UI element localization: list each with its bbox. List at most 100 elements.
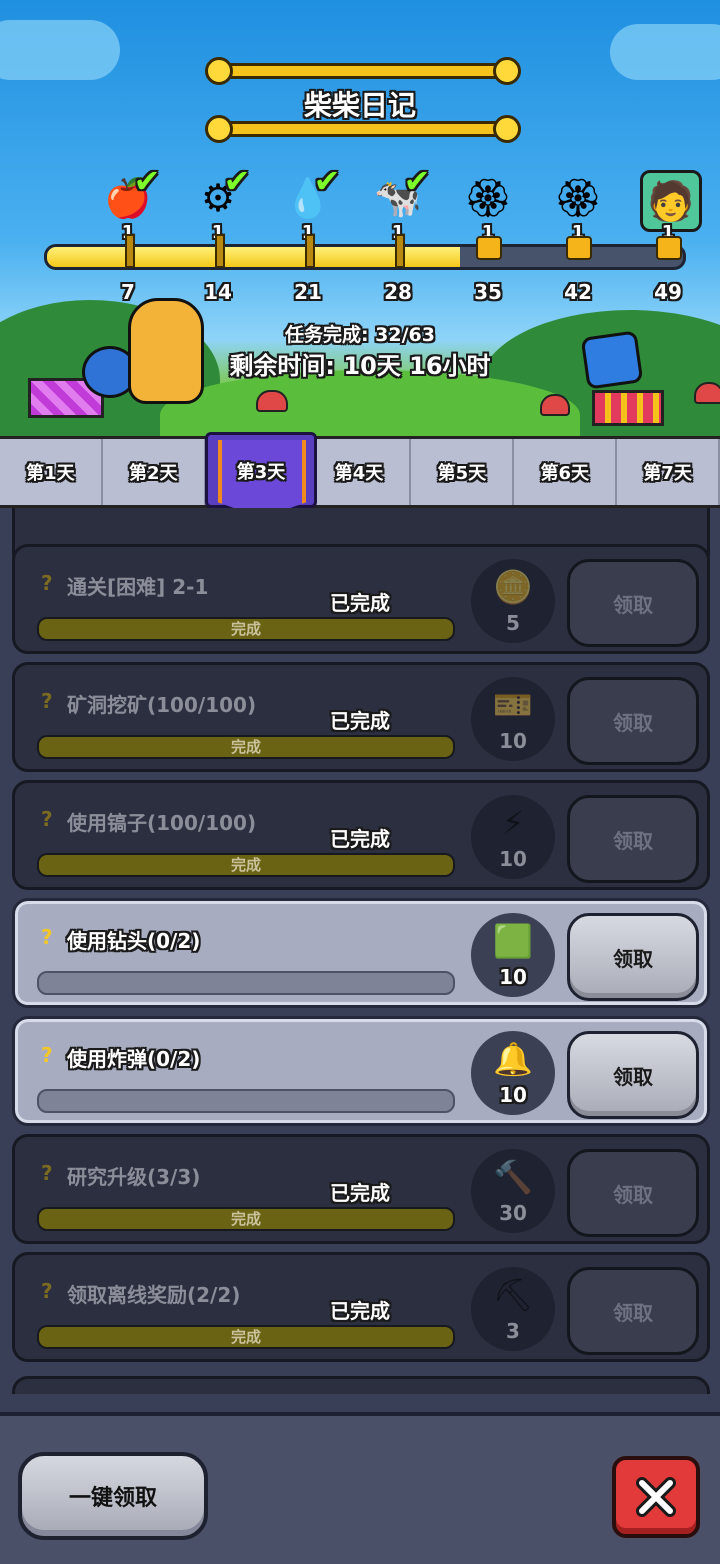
tab-day-4[interactable]: 第4天 [309, 439, 412, 505]
claim-button[interactable]: 领取 [567, 559, 699, 647]
reward-slot: 🔨 30 [471, 1149, 555, 1233]
golden-lotus-icon: 🏵 [553, 175, 603, 220]
claim-all-button[interactable]: 一键领取 [18, 1452, 208, 1540]
task-name: 领取离线奖励(2/2) [67, 1283, 241, 1307]
cloud [610, 24, 720, 80]
reward-count: 10 [499, 729, 527, 753]
task-status: 已完成 [330, 1181, 390, 1205]
hint-icon[interactable]: ? [41, 1043, 53, 1067]
checkmark-icon: ✔ [313, 162, 341, 200]
reward-slot: 🔔 10 [471, 1031, 555, 1115]
task-card: ? 使用镐子(100/100) 完成 已完成 ⚡ 10 领取 [12, 780, 710, 890]
task-name: 使用镐子(100/100) [67, 811, 257, 835]
task-progress-bar: 完成 [37, 735, 455, 759]
task-progress-bar [37, 971, 455, 995]
milestone-day: 49 [654, 280, 682, 304]
cloud [0, 20, 120, 80]
reward-count: 30 [499, 1201, 527, 1225]
task-progress-label: 完成 [230, 1328, 261, 1346]
golden-lotus-icon: 🏵 [463, 175, 513, 220]
milestone-marker [215, 234, 225, 268]
task-progress-label: 完成 [230, 1210, 261, 1228]
task-status: 已完成 [330, 591, 390, 615]
task-card: ? 矿洞挖矿(100/100) 完成 已完成 🎫 10 领取 [12, 662, 710, 772]
task-progress-bar: 完成 [37, 617, 455, 641]
milestone-day: 14 [204, 280, 232, 304]
milestone-marker [395, 234, 405, 268]
task-name: 研究升级(3/3) [67, 1165, 201, 1189]
claim-button[interactable]: 领取 [567, 913, 699, 1001]
task-card: ? 使用炸弹(0/2) 🔔 10 领取 [12, 1016, 710, 1126]
milestone-marker [305, 234, 315, 268]
task-name: 使用钻头(0/2) [67, 929, 201, 953]
tab-day-1[interactable]: 第1天 [0, 439, 103, 505]
tab-day-5[interactable]: 第5天 [411, 439, 515, 505]
hint-icon[interactable]: ? [41, 925, 53, 949]
lock-icon [566, 236, 592, 260]
hint-icon[interactable]: ? [41, 1161, 53, 1185]
green-ticket-icon: 🟩 [493, 922, 533, 960]
page-title: 柴柴日记 [303, 89, 416, 122]
reward-count: 10 [499, 847, 527, 871]
mushroom [256, 390, 288, 412]
time-remaining: 剩余时间: 10天 16小时 [229, 352, 491, 380]
task-progress-bar: 完成 [37, 853, 455, 877]
lightning-ticket-icon: ⚡ [501, 804, 525, 842]
pickaxe-icon: ⛏ [492, 1276, 534, 1314]
teal-ticket-icon: 🎫 [493, 686, 533, 724]
hint-icon[interactable]: ? [41, 689, 53, 713]
reward-slot: 🟩 10 [471, 913, 555, 997]
claim-button[interactable]: 领取 [567, 795, 699, 883]
task-progress-label: 完成 [230, 856, 261, 874]
task-card: ? 研究升级(3/3) 完成 已完成 🔨 30 领取 [12, 1134, 710, 1244]
tab-day-2[interactable]: 第2天 [103, 439, 206, 505]
coin-compass-icon: 🪙 [493, 568, 533, 606]
reward-slot: ⛏ 3 [471, 1267, 555, 1351]
task-progress-bar: 完成 [37, 1207, 455, 1231]
task-card-partial [12, 1376, 710, 1394]
task-progress-label: 完成 [230, 620, 261, 638]
claim-button[interactable]: 领取 [567, 1149, 699, 1237]
reward-count: 3 [506, 1319, 520, 1343]
task-list[interactable]: ? 通关[困难] 2-1 完成 已完成 🪙 5 领取 ? 矿洞挖矿(100/10… [0, 508, 720, 1394]
reward-slot: 🎫 10 [471, 677, 555, 761]
task-progress-bar [37, 1089, 455, 1113]
checkmark-icon: ✔ [133, 162, 161, 200]
header-scene: 柴柴日记 🍎 ✔ 1 7 ⚙ ✔ 1 14 💧 ✔ 1 21 🐄 ✔ 1 28 🏵 1 35 🏵 1 42 🧑 1 49 任务完… [0, 0, 720, 436]
blue-bell-ticket-icon: 🔔 [493, 1040, 533, 1078]
active-tab-label[interactable]: 第3天 [205, 458, 317, 484]
bottom-bar: 一键领取 [0, 1412, 720, 1564]
close-button[interactable] [612, 1456, 700, 1538]
task-name: 矿洞挖矿(100/100) [67, 693, 257, 717]
reward-count: 10 [499, 965, 527, 989]
milestone-day: 21 [294, 280, 322, 304]
tab-day-6[interactable]: 第6天 [514, 439, 618, 505]
reward-slot: 🪙 5 [471, 559, 555, 643]
reward-slot: ⚡ 10 [471, 795, 555, 879]
milestone-day: 42 [564, 280, 592, 304]
title-rod-bottom [205, 115, 521, 143]
task-name: 通关[困难] 2-1 [67, 575, 209, 599]
task-status: 已完成 [330, 709, 390, 733]
hammer-icon: 🔨 [493, 1158, 533, 1196]
task-card: ? 使用钻头(0/2) 🟩 10 领取 [12, 898, 710, 1008]
task-status: 已完成 [330, 827, 390, 851]
hint-icon[interactable]: ? [41, 1279, 53, 1303]
hint-icon[interactable]: ? [41, 571, 53, 595]
mushroom [694, 382, 720, 404]
lock-icon [656, 236, 682, 260]
tasks-complete-count: 任务完成: 32/63 [284, 324, 436, 346]
claim-button[interactable]: 领取 [567, 1031, 699, 1119]
checkmark-icon: ✔ [403, 162, 431, 200]
claim-button[interactable]: 领取 [567, 1267, 699, 1355]
milestone-day: 35 [474, 280, 502, 304]
task-name: 使用炸弹(0/2) [67, 1047, 201, 1071]
task-status: 已完成 [330, 1299, 390, 1323]
mushroom [540, 394, 570, 416]
hint-icon[interactable]: ? [41, 807, 53, 831]
milestone-marker [125, 234, 135, 268]
tab-day-7[interactable]: 第7天 [617, 439, 720, 505]
checkmark-icon: ✔ [223, 162, 251, 200]
reward-count: 10 [499, 1083, 527, 1107]
claim-button[interactable]: 领取 [567, 677, 699, 765]
